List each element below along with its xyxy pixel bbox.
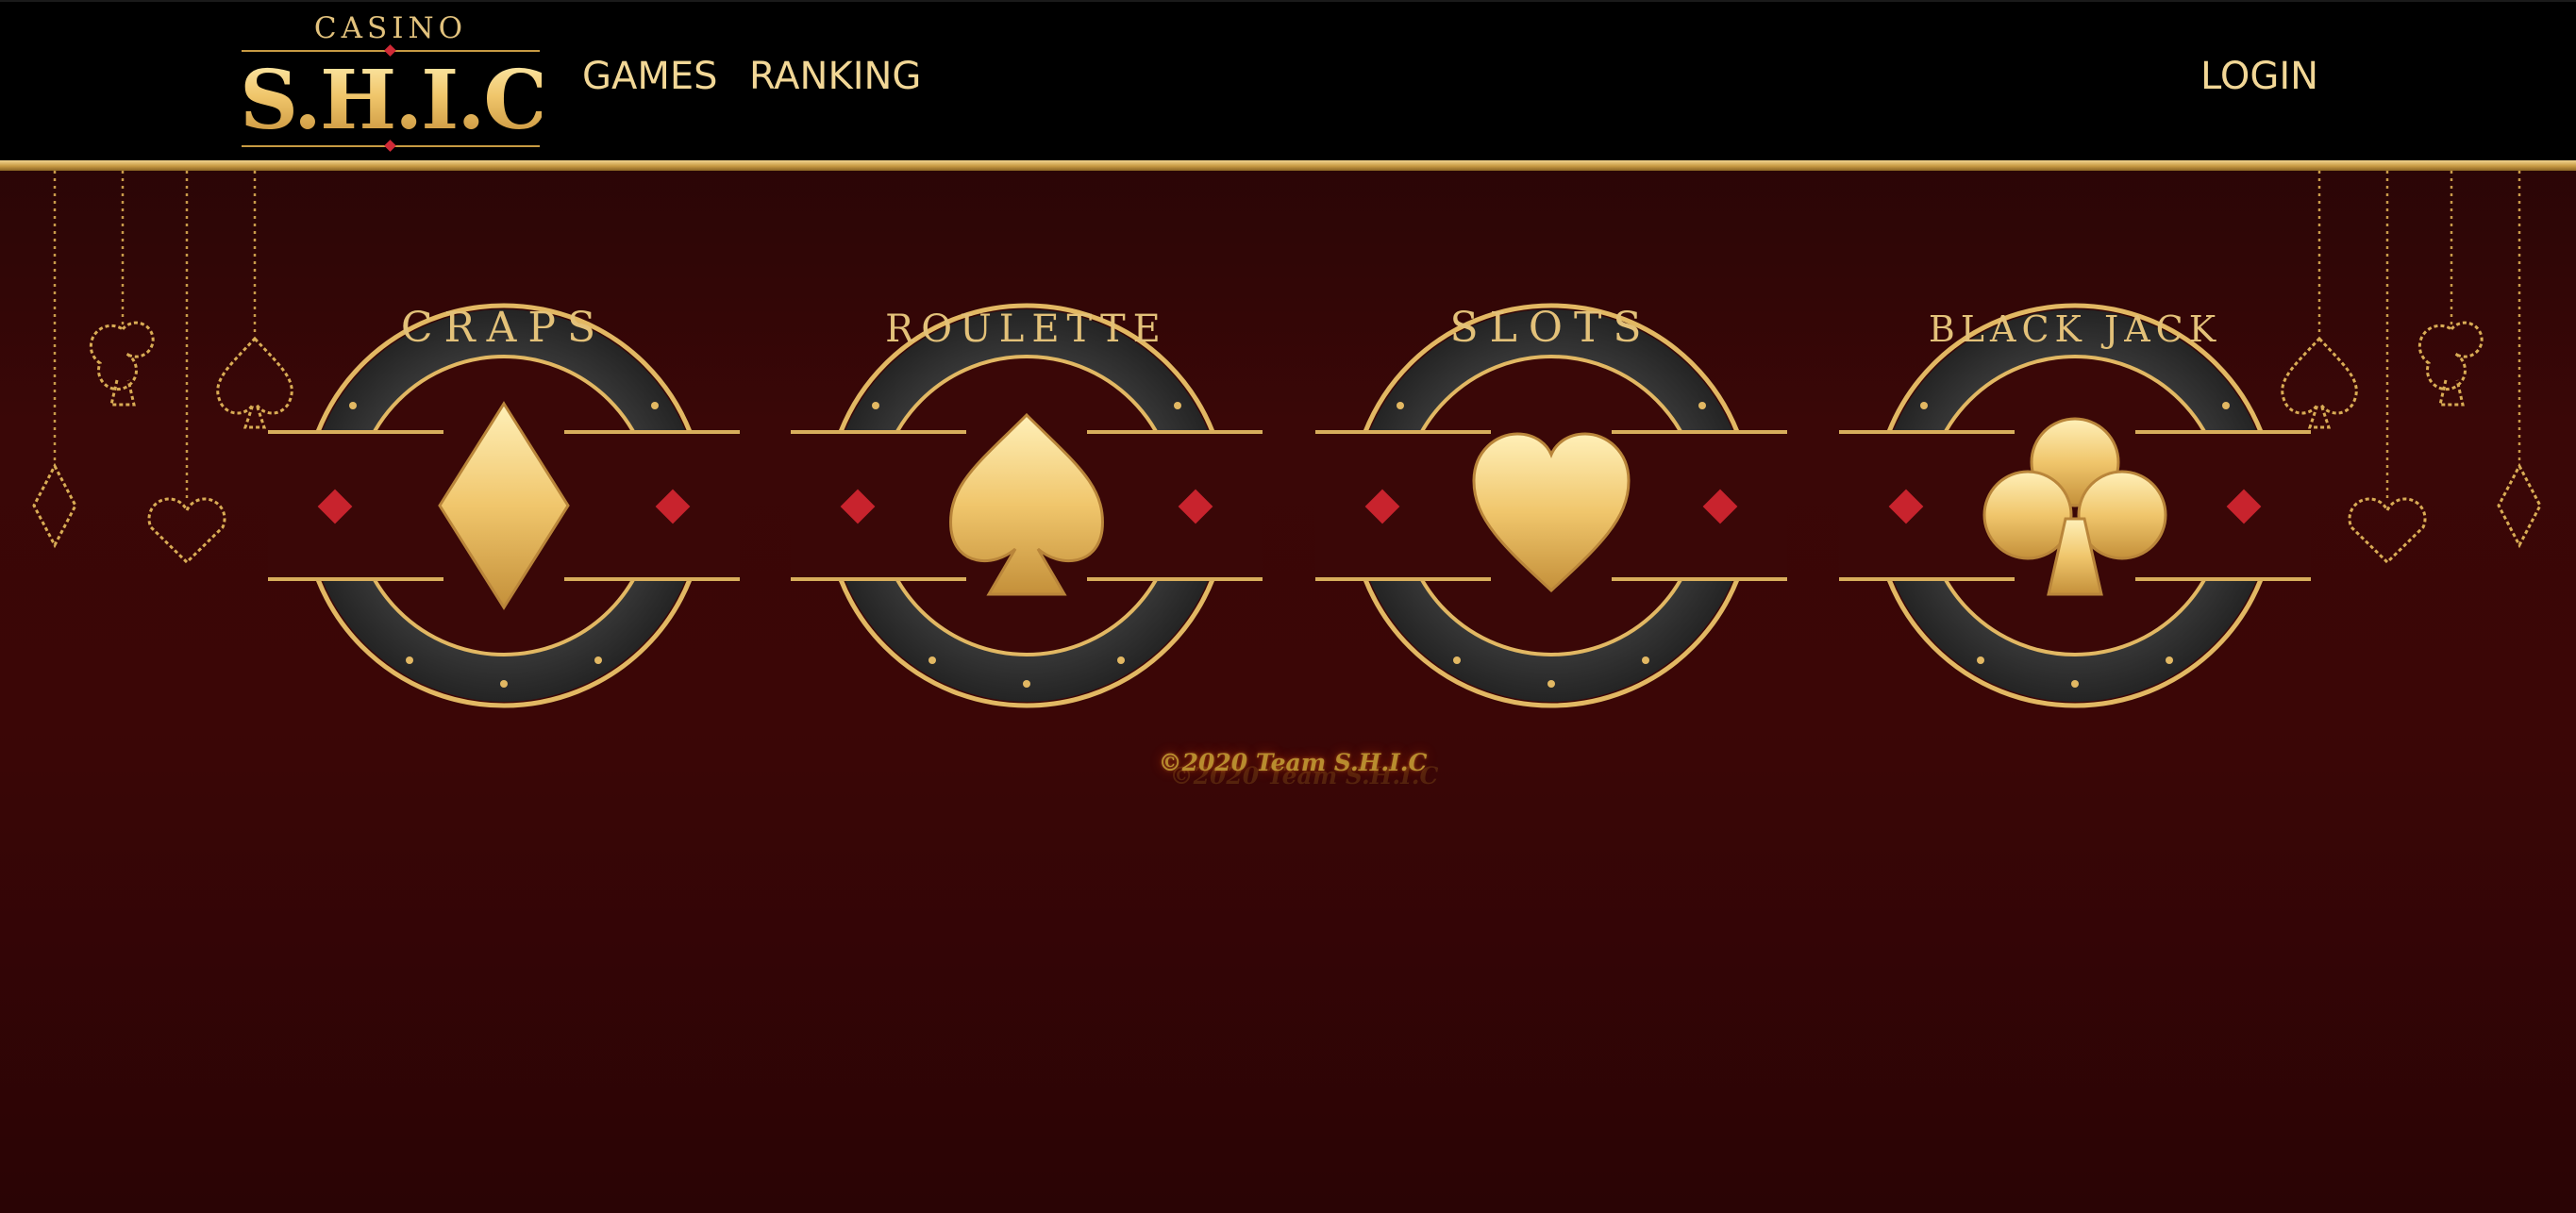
nav-ranking-link[interactable]: RANKING — [749, 55, 921, 98]
svg-text:BLACK JACK: BLACK JACK — [1929, 308, 2221, 350]
game-card-craps[interactable]: CRAPS — [268, 283, 740, 726]
game-card-slots[interactable]: SLOTS — [1315, 283, 1787, 726]
game-card-roulette[interactable]: ROULETTE — [791, 283, 1263, 726]
game-list: CRAPS ROULETTE SLOTS BLACK JACK — [0, 283, 2576, 736]
top-navigation-bar: CASINO S.H.I.C. GAMES RANKING LOGIN — [0, 0, 2576, 162]
svg-text:CRAPS: CRAPS — [401, 304, 607, 352]
svg-text:SLOTS: SLOTS — [1450, 304, 1653, 352]
nav-games-link[interactable]: GAMES — [582, 55, 718, 98]
casino-logo[interactable]: CASINO S.H.I.C. — [240, 11, 573, 153]
header-gold-border — [0, 160, 2576, 171]
svg-text:ROULETTE: ROULETTE — [885, 307, 1168, 351]
footer-copyright: ©2020 Team S.H.I.C — [1158, 749, 1428, 776]
logo-casino-text: CASINO — [313, 11, 468, 45]
logo-brand-text: S.H.I.C. — [240, 53, 573, 148]
login-link[interactable]: LOGIN — [2200, 55, 2318, 98]
game-card-black-jack[interactable]: BLACK JACK — [1839, 283, 2311, 726]
